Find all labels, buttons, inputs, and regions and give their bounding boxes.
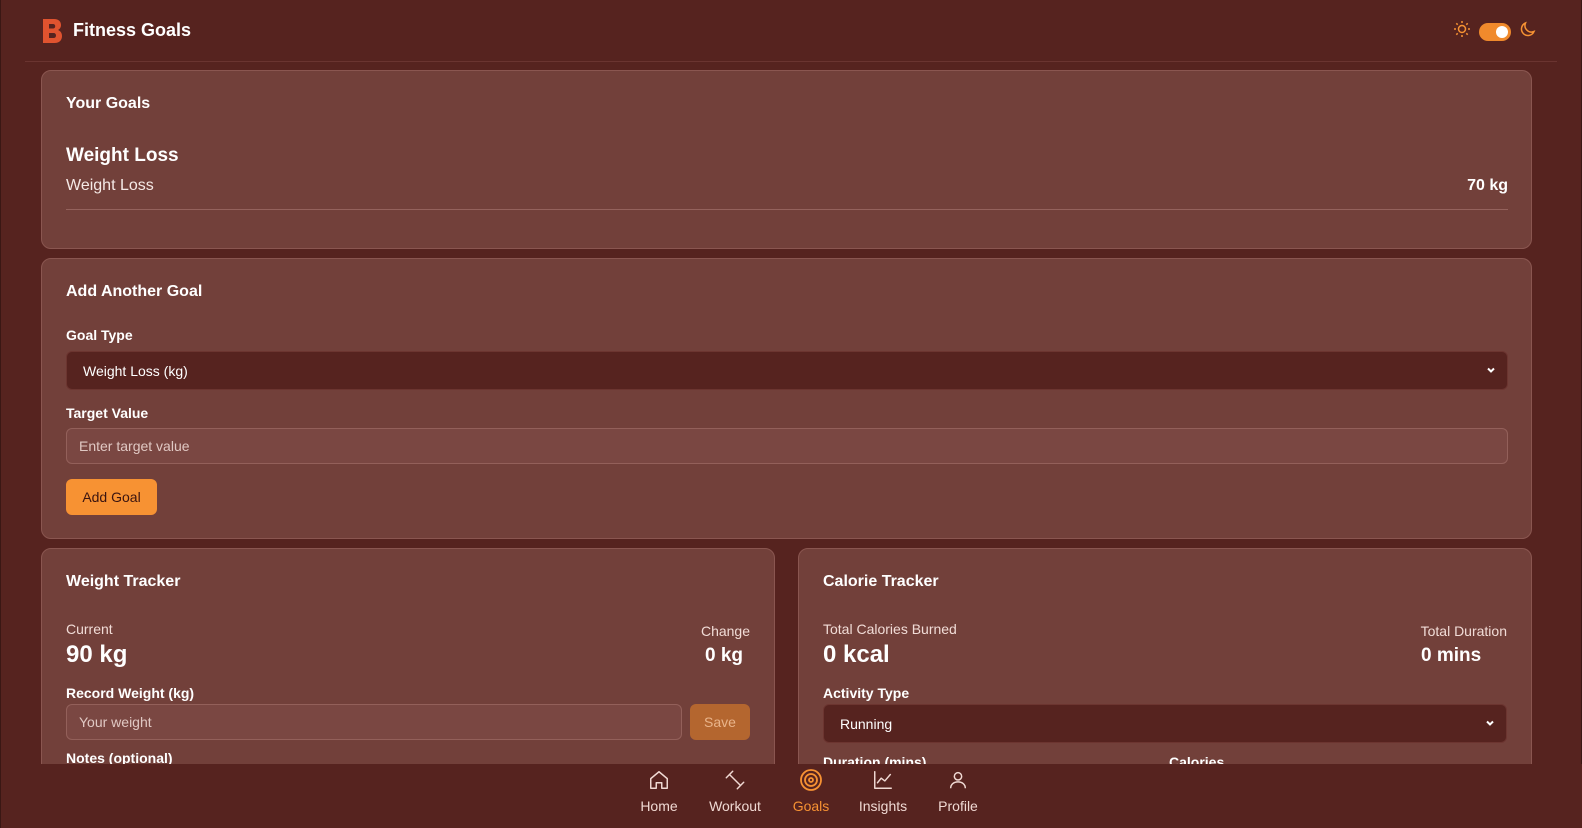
nav-item-workout[interactable]: Workout: [707, 764, 763, 828]
user-icon: [947, 768, 969, 792]
current-weight-label: Current: [66, 621, 113, 637]
app-title: Fitness Goals: [73, 20, 192, 40]
current-weight-value: 90 kg: [66, 641, 128, 668]
notes-label: Notes (optional): [66, 750, 173, 764]
total-duration-label: Total Duration: [1420, 623, 1507, 639]
bottom-navigation: Home Workout Goals Insights Profile: [1, 764, 1582, 828]
nav-label-goals: Goals: [792, 798, 830, 814]
total-calories-value: 0 kcal: [823, 641, 890, 668]
activity-type-value: Running: [840, 715, 893, 732]
goal-type-value: Weight Loss (kg): [83, 362, 188, 379]
calorie-tracker-card: Calorie Tracker Total Calories Burned 0 …: [798, 548, 1532, 764]
weight-tracker-card: Weight Tracker Current 90 kg Change 0 kg…: [41, 548, 775, 764]
goal-name: Weight Loss: [66, 177, 154, 194]
nav-item-profile[interactable]: Profile: [936, 764, 980, 828]
theme-toggle-switch[interactable]: [1479, 22, 1511, 41]
calorie-tracker-title: Calorie Tracker: [823, 573, 939, 590]
chevron-down-icon: [1485, 363, 1497, 379]
goal-value: 70 kg: [1467, 177, 1508, 194]
sun-icon[interactable]: [1453, 20, 1471, 43]
chart-line-icon: [872, 768, 894, 792]
activity-type-label: Activity Type: [823, 685, 910, 701]
your-goals-card: Your Goals Weight Loss Weight Loss 70 kg: [41, 70, 1532, 249]
add-goal-button[interactable]: Add Goal: [66, 479, 157, 515]
target-value-label: Target Value: [66, 405, 149, 421]
save-weight-button[interactable]: Save: [690, 704, 750, 740]
nav-label-workout: Workout: [709, 798, 761, 814]
home-icon: [648, 768, 670, 792]
calories-field-label: Calories: [1169, 754, 1225, 764]
toggle-knob: [1496, 25, 1508, 38]
record-weight-label: Record Weight (kg): [66, 685, 195, 701]
total-calories-label: Total Calories Burned: [823, 621, 957, 637]
weight-change-label: Change: [700, 623, 750, 639]
goal-type-select[interactable]: Weight Loss (kg): [66, 351, 1508, 390]
app-root: Fitness Goals Your Goals Weight Loss Wei…: [0, 0, 1582, 828]
dumbbell-icon: [724, 768, 746, 792]
brand-logo-icon: [41, 18, 63, 44]
record-weight-input[interactable]: Your weight: [66, 704, 682, 740]
chevron-down-icon: [1484, 716, 1496, 732]
nav-label-home: Home: [640, 798, 678, 814]
target-icon: [799, 768, 823, 792]
nav-item-insights[interactable]: Insights: [858, 764, 908, 828]
nav-item-home[interactable]: Home: [639, 764, 679, 828]
moon-icon[interactable]: [1519, 20, 1537, 43]
your-goals-title: Your Goals: [66, 95, 151, 112]
goal-heading: Weight Loss: [66, 145, 179, 166]
record-weight-placeholder: Your weight: [79, 714, 152, 730]
nav-label-profile: Profile: [938, 798, 978, 814]
duration-field-label: Duration (mins): [823, 754, 927, 764]
add-goal-card: Add Another Goal Goal Type Weight Loss (…: [41, 258, 1532, 539]
nav-item-goals[interactable]: Goals: [791, 764, 831, 828]
weight-change-value: 0 kg: [704, 645, 743, 666]
activity-type-select[interactable]: Running: [823, 704, 1507, 743]
target-value-input[interactable]: Enter target value: [66, 428, 1508, 464]
target-value-placeholder: Enter target value: [79, 438, 190, 454]
goal-type-label: Goal Type: [66, 327, 133, 343]
main-content[interactable]: Your Goals Weight Loss Weight Loss 70 kg…: [1, 62, 1582, 764]
add-goal-title: Add Another Goal: [66, 283, 203, 300]
theme-toggle-group: [1453, 20, 1537, 43]
total-duration-value: 0 mins: [1421, 645, 1482, 666]
top-header: Fitness Goals: [25, 0, 1557, 62]
nav-label-insights: Insights: [858, 798, 908, 814]
weight-tracker-title: Weight Tracker: [66, 573, 181, 590]
goal-row: Weight Loss 70 kg: [66, 177, 1508, 210]
